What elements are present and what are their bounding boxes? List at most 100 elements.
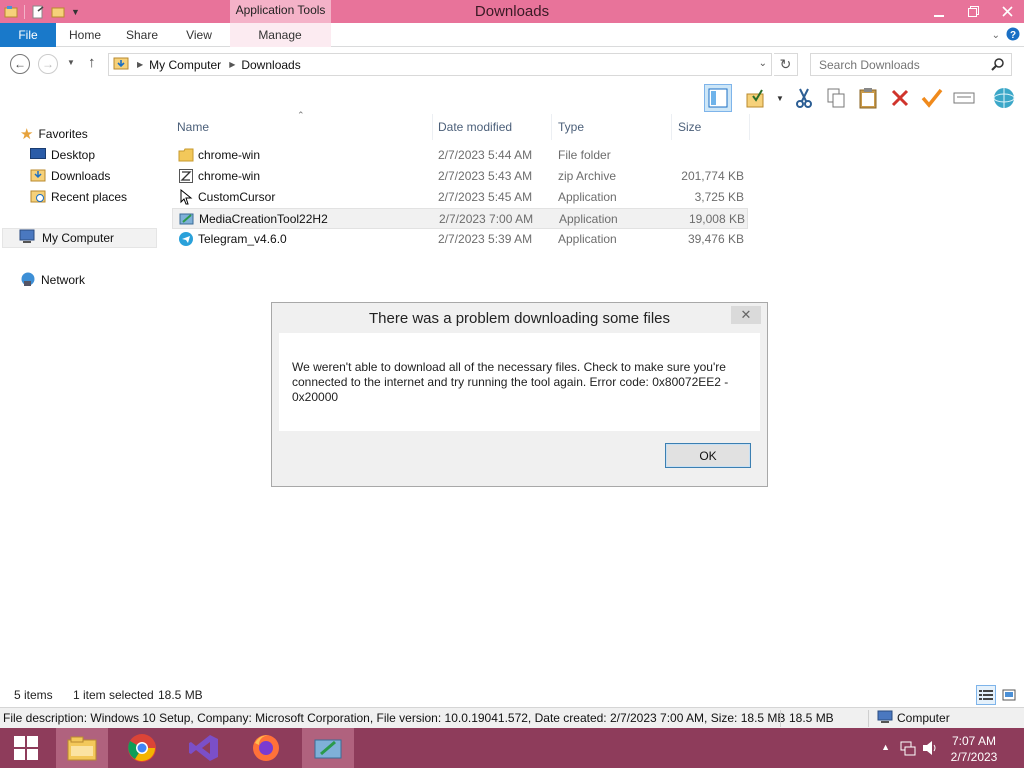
error-dialog: There was a problem downloading some fil… — [271, 302, 768, 487]
media-creation-taskbar-icon[interactable] — [302, 728, 354, 768]
dialog-close-button[interactable]: ✕ — [731, 306, 761, 324]
minimize-button[interactable] — [922, 0, 956, 23]
select-dropdown-icon[interactable]: ▼ — [776, 94, 784, 103]
explorer-icon[interactable] — [4, 5, 18, 19]
address-dropdown-icon[interactable]: ⌄ — [759, 58, 767, 69]
network-icon — [20, 271, 36, 290]
file-row[interactable]: chrome-win 2/7/2023 5:44 AM File folder — [172, 145, 748, 166]
delete-icon[interactable] — [886, 84, 914, 112]
breadcrumb-my-computer[interactable]: My Computer — [149, 58, 221, 72]
select-folder-icon[interactable] — [742, 84, 770, 112]
network-tray-icon[interactable] — [900, 740, 916, 759]
copy-icon[interactable] — [822, 84, 850, 112]
telegram-icon — [178, 231, 194, 247]
large-icons-view-button[interactable] — [999, 685, 1019, 705]
clock-date: 2/7/2023 — [950, 750, 998, 764]
recent-locations-icon[interactable]: ▼ — [67, 58, 75, 67]
file-size: 3,725 KB — [694, 190, 744, 204]
chrome-taskbar-icon[interactable] — [116, 728, 168, 768]
separator — [24, 4, 25, 19]
tab-manage[interactable]: Manage — [240, 23, 320, 47]
navigation-pane: ★ Favorites Desktop Downloads Recent pla… — [0, 114, 160, 684]
rename-icon[interactable] — [950, 84, 978, 112]
file-name: Telegram_v4.6.0 — [198, 232, 287, 246]
firefox-taskbar-icon[interactable] — [240, 728, 292, 768]
visual-studio-taskbar-icon[interactable] — [178, 728, 230, 768]
restore-button[interactable] — [956, 0, 990, 23]
expand-ribbon-icon[interactable]: ⌄ — [992, 30, 1000, 41]
back-button[interactable]: ← — [10, 54, 30, 74]
column-header-date[interactable]: Date modified — [432, 114, 552, 140]
info-size: 18.5 MB — [789, 711, 834, 725]
help-icon[interactable]: ? — [1006, 27, 1020, 44]
nav-label: My Computer — [42, 231, 115, 245]
start-button[interactable] — [0, 728, 52, 768]
nav-label: Recent places — [51, 190, 128, 204]
command-toolbar: ▼ — [0, 82, 1024, 114]
column-header-name[interactable]: Name — [171, 114, 433, 140]
cut-icon[interactable] — [790, 84, 818, 112]
column-header-type[interactable]: Type — [552, 114, 672, 140]
paste-icon[interactable] — [854, 84, 882, 112]
computer-small-icon — [877, 710, 893, 728]
file-row[interactable]: CustomCursor 2/7/2023 5:45 AM Applicatio… — [172, 187, 748, 208]
file-row[interactable]: Telegram_v4.6.0 2/7/2023 5:39 AM Applica… — [172, 229, 748, 250]
new-folder-icon[interactable] — [51, 5, 65, 19]
refresh-button[interactable]: ↻ — [774, 53, 798, 76]
address-bar[interactable]: ▶ My Computer ▶ Downloads ⌄ — [108, 53, 772, 76]
folder-icon — [178, 147, 194, 163]
file-date: 2/7/2023 5:44 AM — [438, 148, 533, 162]
nav-item-desktop[interactable]: Desktop — [30, 145, 95, 165]
preview-pane-button[interactable] — [704, 84, 732, 112]
forward-button[interactable]: → — [38, 54, 58, 74]
file-description: File description: Windows 10 Setup, Comp… — [3, 711, 786, 725]
divider — [780, 710, 781, 727]
breadcrumb-downloads[interactable]: Downloads — [241, 58, 300, 72]
file-date: 2/7/2023 5:39 AM — [438, 232, 533, 246]
divider — [868, 710, 869, 727]
search-icon[interactable] — [991, 57, 1005, 74]
file-type: Application — [559, 212, 618, 226]
nav-item-recent-places[interactable]: Recent places — [30, 187, 127, 207]
properties-icon[interactable] — [31, 5, 45, 19]
context-tab-header: Application Tools — [230, 0, 331, 23]
globe-icon[interactable] — [990, 84, 1018, 112]
apply-check-icon[interactable] — [918, 84, 946, 112]
selection-size: 18.5 MB — [158, 688, 203, 702]
column-header-size[interactable]: Size — [672, 114, 750, 140]
nav-item-network[interactable]: Network — [20, 270, 85, 290]
up-button[interactable]: ↑ — [88, 54, 96, 71]
details-view-button[interactable] — [976, 685, 996, 705]
breadcrumb-separator: ▶ — [137, 60, 144, 69]
nav-item-downloads[interactable]: Downloads — [30, 166, 110, 186]
search-input[interactable] — [811, 57, 981, 72]
ribbon-right-controls: ⌄ ? — [992, 23, 1020, 47]
search-box[interactable] — [810, 53, 1012, 76]
nav-label: Downloads — [51, 169, 111, 183]
file-name: CustomCursor — [198, 190, 276, 204]
show-hidden-icons[interactable]: ▲ — [881, 742, 890, 752]
nav-item-my-computer[interactable]: My Computer — [2, 228, 157, 248]
address-bar-row: ← → ▼ ↑ ▶ My Computer ▶ Downloads ⌄ ↻ — [0, 48, 1024, 82]
ribbon-tabs: File Home Share View Manage ⌄ ? — [0, 23, 1024, 47]
file-row-selected[interactable]: MediaCreationTool22H2 2/7/2023 7:00 AM A… — [172, 208, 748, 229]
nav-item-favorites[interactable]: ★ Favorites — [20, 124, 88, 144]
ok-button[interactable]: OK — [665, 443, 751, 468]
file-type: File folder — [558, 148, 611, 162]
volume-icon[interactable] — [922, 740, 938, 759]
close-button[interactable] — [990, 0, 1024, 23]
window-controls — [922, 0, 1024, 23]
clock[interactable]: 7:07 AM 2/7/2023 — [944, 733, 1004, 765]
selection-count: 1 item selected — [73, 688, 154, 702]
tab-share[interactable]: Share — [118, 23, 166, 47]
file-explorer-taskbar-icon[interactable] — [56, 728, 108, 768]
tab-view[interactable]: View — [176, 23, 222, 47]
downloads-location-icon — [113, 55, 129, 74]
qat-dropdown-icon[interactable]: ▼ — [71, 7, 80, 17]
file-row[interactable]: chrome-win 2/7/2023 5:43 AM zip Archive … — [172, 166, 748, 187]
tab-file[interactable]: File — [0, 23, 56, 47]
file-name: chrome-win — [198, 169, 261, 183]
cursor-icon — [178, 188, 194, 205]
tab-home[interactable]: Home — [62, 23, 108, 47]
file-type: zip Archive — [558, 169, 617, 183]
